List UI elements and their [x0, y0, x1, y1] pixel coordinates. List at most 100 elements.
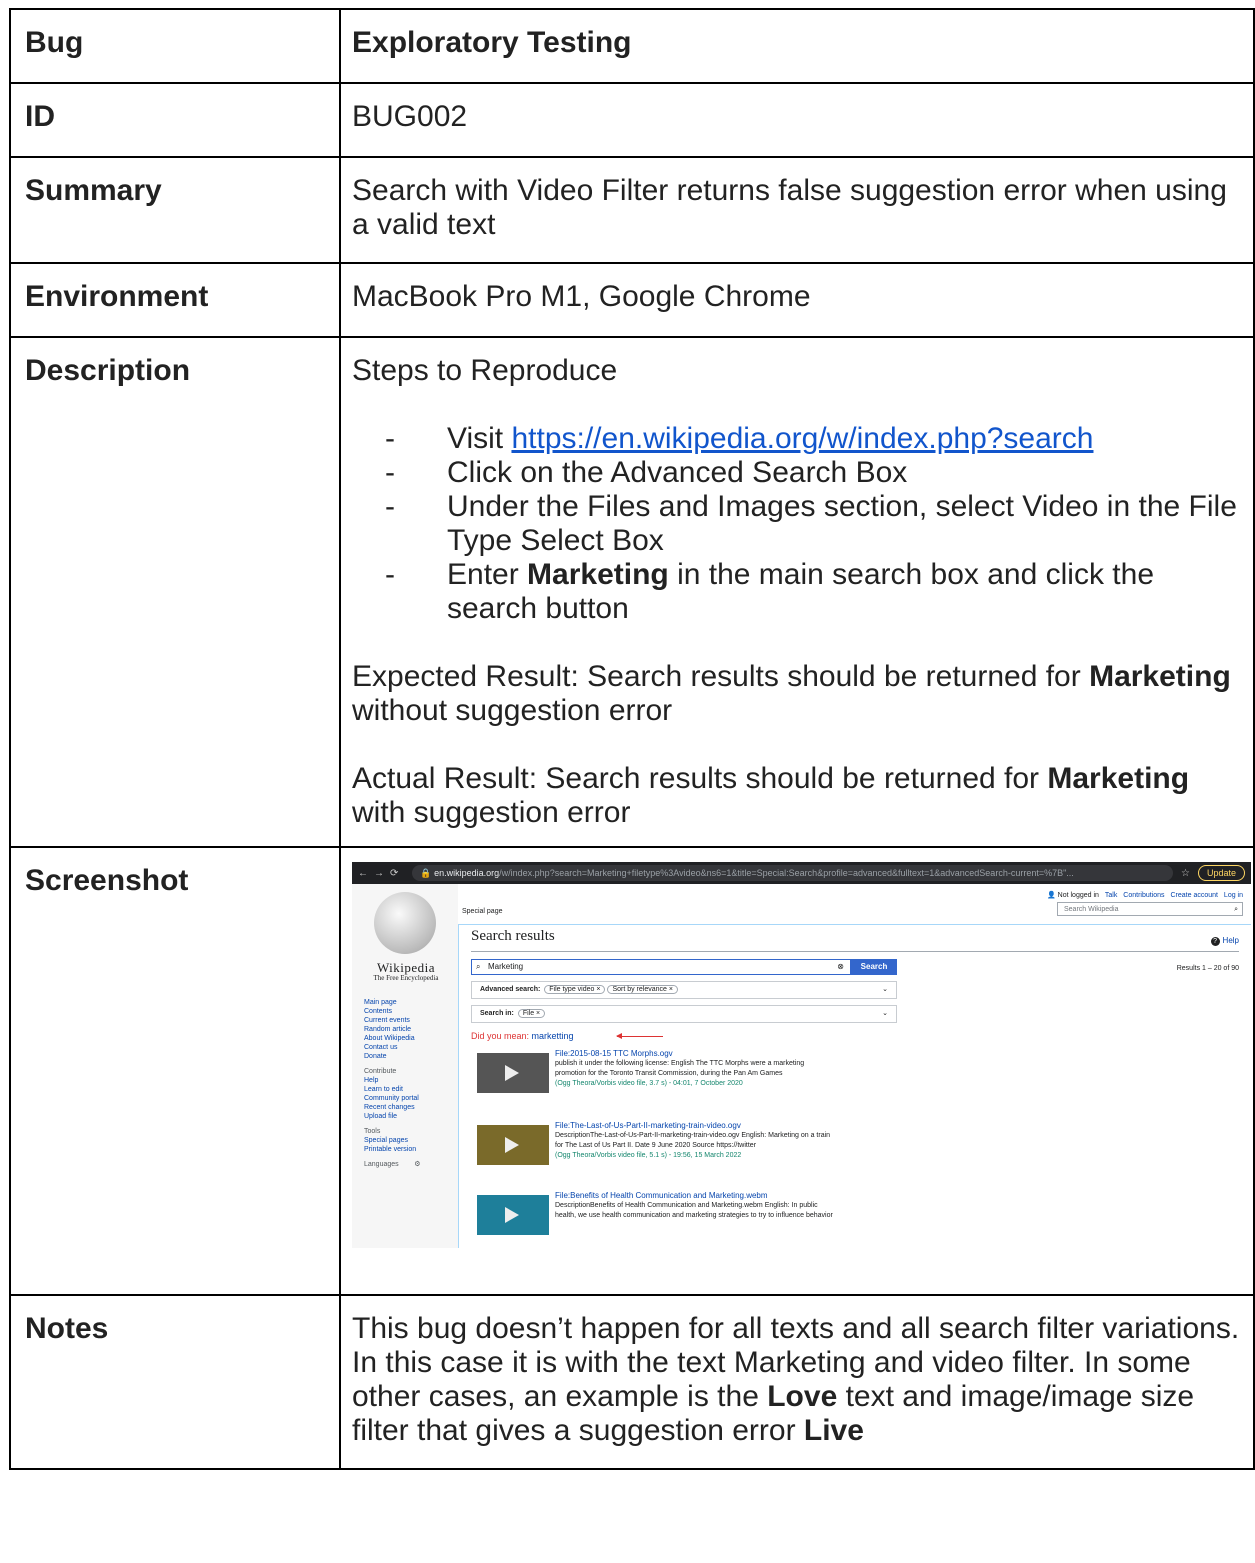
search-button: Search [851, 959, 897, 975]
expected-result: Expected Result: Search results should b… [352, 660, 1242, 728]
wordmark: Wikipedia The Free Encyclopedia [364, 960, 448, 984]
value-screenshot: ←→⟳ 🔒 en.wikipedia.org/w/index.php?searc… [339, 846, 1255, 1296]
search-result: File:2015-08-15 TTC Morphs.ogv publish it… [477, 1049, 837, 1093]
user-bar: 👤 Not logged in Talk Contributions Creat… [1047, 890, 1243, 901]
advanced-label: Advanced search: [480, 986, 541, 993]
contribute-heading: Contribute [364, 1068, 397, 1075]
query-text: Marketing [488, 962, 524, 971]
update-button: Update [1197, 865, 1245, 881]
results-count: Results 1 – 20 of 90 [1176, 965, 1239, 972]
wiki-search-placeholder: Search Wikipedia [1064, 906, 1119, 913]
nav-link: Random article [364, 1026, 412, 1033]
tools-heading: Tools [364, 1128, 381, 1135]
address-bar: 🔒 en.wikipedia.org/w/index.php?search=Ma… [412, 865, 1173, 881]
wikipedia-globe-logo [374, 892, 436, 954]
nav-link: Upload file [364, 1113, 398, 1120]
video-thumbnail [477, 1053, 549, 1093]
label-notes: Notes [9, 1294, 341, 1470]
video-thumbnail [477, 1195, 549, 1235]
step-text: Enter [447, 558, 528, 591]
row-environment: Environment MacBook Pro M1, Google Chrom… [9, 262, 1255, 338]
not-logged-in: Not logged in [1057, 892, 1099, 899]
browser-toolbar: ←→⟳ 🔒 en.wikipedia.org/w/index.php?searc… [352, 862, 1251, 884]
advanced-search-bar: Advanced search: File type video × Sort b… [471, 981, 897, 999]
label-screenshot: Screenshot [9, 846, 341, 1296]
value-summary: Search with Video Filter returns false s… [339, 156, 1255, 264]
result-title: File:The-Last-of-Us-Part-II-marketing-tr… [555, 1121, 741, 1130]
languages-label: Languages [364, 1161, 399, 1168]
url-domain: en.wikipedia.org [434, 867, 500, 878]
dym-label: Did you mean: [471, 1031, 530, 1041]
browser-nav-icons: ←→⟳ [358, 867, 405, 879]
create-account-link: Create account [1170, 892, 1218, 899]
step-item: - Visit https://en.wikipedia.org/w/index.… [385, 422, 1094, 455]
clear-icon: ⊗ [837, 962, 844, 971]
expected-text-end: without suggestion error [352, 694, 673, 727]
special-page-tab: Special page [462, 908, 503, 915]
step-item: - Under the Files and Images section, sel… [385, 490, 1237, 557]
gear-icon: ⚙ [400, 1161, 421, 1168]
label-description: Description [9, 336, 341, 848]
user-icon: 👤 [1046, 892, 1056, 899]
result-snippet: DescriptionThe-Last-of-Us-Part-II-market… [555, 1132, 831, 1149]
step-text: Visit [447, 422, 512, 455]
embedded-screenshot: ←→⟳ 🔒 en.wikipedia.org/w/index.php?searc… [352, 862, 1251, 1248]
actual-text-end: with suggestion error [352, 796, 631, 829]
steps-heading: Steps to Reproduce [352, 354, 618, 387]
step-text: Click on the Advanced Search Box [447, 456, 908, 489]
did-you-mean: Did you mean: marketting [471, 1031, 574, 1042]
talk-link: Talk [1104, 892, 1118, 899]
nav-link: Community portal [364, 1095, 419, 1102]
red-arrow-annotation [616, 1033, 663, 1039]
result-title: File:Benefits of Health Communication an… [555, 1191, 768, 1200]
languages-heading: Languages ⚙ [364, 1160, 454, 1169]
wordmark-title: Wikipedia [376, 960, 436, 975]
notes-keyword-live: Live [803, 1414, 864, 1447]
chevron-down-icon: ⌄ [882, 986, 888, 993]
search-icon: ⌕ [1234, 906, 1238, 913]
filter-chip: File type video × [544, 985, 606, 994]
label-summary: Summary [9, 156, 341, 264]
wiki-content: Search results ? Help ⌕ Marketing ⊗ Search … [458, 924, 1251, 1248]
row-notes: Notes This bug doesn’t happen for all te… [9, 1294, 1255, 1470]
wiki-sidebar: Wikipedia The Free Encyclopedia Main pag… [352, 884, 458, 1248]
value-environment: MacBook Pro M1, Google Chrome [339, 262, 1255, 338]
notes-keyword-love: Love [767, 1380, 838, 1413]
filter-chip: Sort by relevance × [607, 985, 678, 994]
nav-link: Donate [364, 1053, 387, 1060]
search-result: File:The-Last-of-Us-Part-II-marketing-tr… [477, 1121, 837, 1165]
step-item: - Click on the Advanced Search Box [385, 456, 908, 489]
expected-text: Expected Result: Search results should b… [352, 660, 1090, 693]
label-id: ID [9, 82, 341, 158]
result-title: File:2015-08-15 TTC Morphs.ogv [555, 1049, 673, 1058]
search-in-bar: Search in: File × ⌄ [471, 1005, 897, 1023]
nav-link: Main page [364, 999, 397, 1006]
result-snippet: publish it under the following license: … [555, 1060, 805, 1077]
dym-suggestion: marketting [531, 1031, 574, 1041]
star-icon: ☆ [1181, 867, 1190, 879]
help-label: Help [1222, 936, 1239, 945]
help-icon: ? [1210, 937, 1220, 946]
row-screenshot: Screenshot ←→⟳ 🔒 en.wikipedia.org/w/inde… [9, 846, 1255, 1296]
nav-link: Recent changes [364, 1104, 415, 1111]
filter-chip: File × [517, 1009, 546, 1018]
lock-icon: 🔒 [420, 867, 435, 878]
chevron-down-icon: ⌄ [882, 1010, 888, 1017]
search-icon: ⌕ [476, 962, 481, 971]
wiki-search-box: Search Wikipedia ⌕ [1057, 902, 1243, 916]
contributions-link: Contributions [1123, 892, 1165, 899]
value-bug: Exploratory Testing [339, 8, 1255, 84]
help-link: ? Help [1210, 935, 1239, 946]
step-text: Under the Files and Images section, sele… [447, 490, 1237, 557]
nav-link: Contact us [364, 1044, 398, 1051]
expected-keyword: Marketing [1089, 660, 1231, 693]
actual-keyword: Marketing [1047, 762, 1190, 795]
search-result: File:Benefits of Health Communication an… [477, 1191, 837, 1235]
nav-link: Current events [364, 1017, 410, 1024]
searchin-label: Search in: [480, 1010, 514, 1017]
value-id: BUG002 [339, 82, 1255, 158]
row-bug: Bug Exploratory Testing [9, 8, 1255, 84]
wikipedia-search-link[interactable]: https://en.wikipedia.org/w/index.php?sea… [511, 422, 1093, 455]
actual-result: Actual Result: Search results should be … [352, 762, 1242, 830]
result-meta: (Ogg Theora/Vorbis video file, 3.7 s) - … [555, 1080, 743, 1087]
